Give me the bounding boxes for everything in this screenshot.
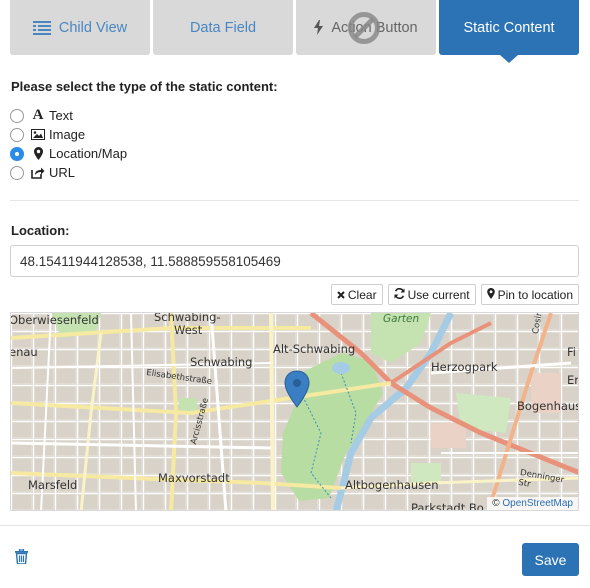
pin-to-location-button[interactable]: Pin to location (480, 284, 579, 305)
clear-button-label: Clear (347, 287, 377, 302)
location-map[interactable]: Oberwiesenfeld Schwabing- West Garten en… (10, 312, 579, 511)
trash-icon[interactable] (15, 548, 28, 567)
map-label: Garten (383, 313, 420, 325)
map-label: Herzogpark (431, 360, 498, 374)
clear-button[interactable]: Clear (330, 284, 383, 305)
pin-button-label: Pin to location (497, 287, 573, 302)
not-allowed-icon (348, 11, 380, 44)
map-attribution: © OpenStreetMap (487, 497, 578, 510)
tab-child-view[interactable]: Child View (10, 0, 150, 55)
refresh-icon (394, 287, 405, 302)
map-label: Schwabing (190, 355, 253, 369)
map-label: Maxvorstadt (158, 471, 230, 485)
map-label: Parkstadt Bo (411, 501, 484, 511)
external-link-icon (30, 167, 46, 179)
footer-divider (0, 525, 590, 526)
tab-label: Data Field (189, 19, 257, 36)
list-icon (32, 20, 51, 35)
radio-label: Location/Map (49, 146, 128, 161)
tab-action-button[interactable]: Action Button (296, 0, 436, 55)
copyright-symbol: © (492, 498, 500, 509)
map-label: Marsfeld (28, 478, 78, 492)
radio-label: Image (49, 127, 86, 142)
bolt-icon (314, 20, 324, 35)
map-label: Denninger Str (517, 468, 565, 490)
radio-option-text[interactable]: A Text (10, 106, 127, 125)
radio-label: Text (49, 108, 73, 123)
map-marker-icon[interactable] (284, 370, 310, 408)
use-current-button[interactable]: Use current (387, 284, 476, 305)
radio-option-location[interactable]: Location/Map (10, 144, 127, 163)
map-label: Cosima (531, 312, 547, 335)
map-label: Bogenhaus (517, 399, 579, 413)
map-label: Alt-Schwabing (273, 342, 356, 356)
radio-option-image[interactable]: Image (10, 125, 127, 144)
radio-option-url[interactable]: URL (10, 163, 127, 182)
map-button-group: Clear Use current Pin to location (330, 284, 579, 305)
map-label: Oberwiesenfeld (10, 313, 99, 327)
openstreetmap-link[interactable]: OpenStreetMap (502, 498, 573, 509)
map-marker-icon (486, 287, 495, 302)
location-input[interactable] (10, 245, 579, 277)
map-labels: Oberwiesenfeld Schwabing- West Garten en… (10, 312, 579, 511)
tab-label: Child View (58, 19, 128, 36)
radio-button[interactable] (10, 108, 24, 123)
section-divider (10, 200, 579, 201)
radio-button[interactable] (10, 165, 24, 180)
tab-data-field[interactable]: Data Field (153, 0, 293, 55)
map-label: Fi (567, 345, 576, 359)
close-icon (337, 288, 345, 302)
map-label: enau (10, 345, 38, 359)
location-label: Location: (11, 223, 70, 238)
map-label: West (174, 323, 203, 337)
radio-button[interactable] (10, 146, 24, 161)
map-label: Elisabethstraße (145, 368, 213, 388)
static-type-radio-group: A Text Image Location/Map URL (10, 106, 127, 182)
map-label: Er (567, 373, 579, 387)
static-type-heading: Please select the type of the static con… (11, 79, 278, 94)
image-icon (30, 129, 46, 140)
tab-bar: Child View Data Field Action Button Stat… (10, 0, 579, 63)
save-button[interactable]: Save (522, 543, 579, 576)
map-label: Arcisstraße (189, 396, 211, 446)
use-current-button-label: Use current (407, 287, 470, 302)
tab-static-content[interactable]: Static Content (439, 0, 579, 63)
font-icon: A (32, 107, 44, 123)
tab-label: Static Content (463, 19, 555, 36)
map-label: Altbogenhausen (345, 478, 439, 492)
radio-button[interactable] (10, 127, 24, 142)
map-marker-icon (30, 147, 46, 160)
radio-label: URL (49, 165, 76, 180)
